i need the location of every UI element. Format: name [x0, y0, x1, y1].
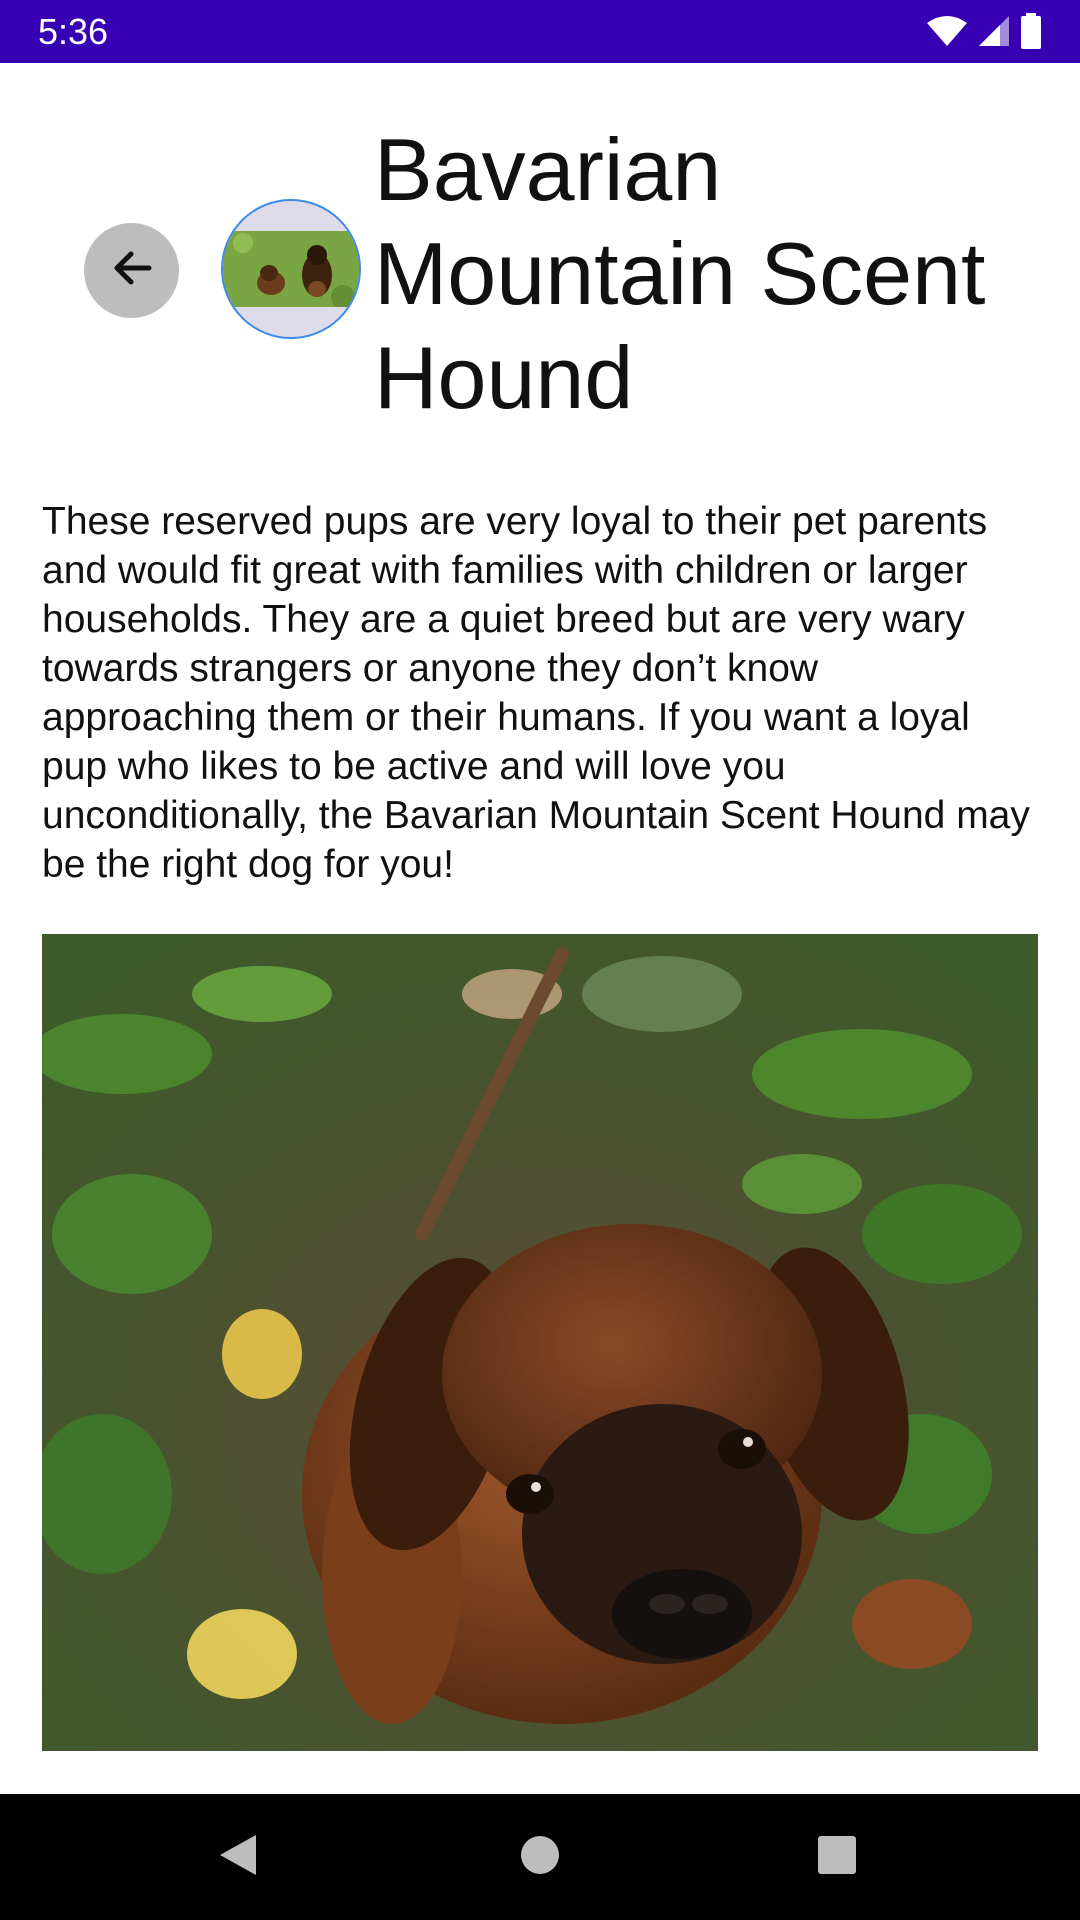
battery-icon: [1020, 13, 1042, 49]
breed-description: These reserved pups are very loyal to th…: [42, 500, 1030, 886]
recents-square-icon: [817, 1835, 857, 1880]
status-time: 5:36: [38, 11, 109, 52]
breed-avatar: [221, 199, 361, 339]
breed-detail-screen: 5:36 Bavarian Mountain Scent Hound These…: [0, 0, 1080, 1920]
breed-title: Bavarian Mountain Scent Hound: [374, 120, 986, 427]
nav-recents-button[interactable]: [804, 1824, 870, 1890]
nav-home-button[interactable]: [507, 1824, 573, 1890]
arrow-left-icon: [109, 245, 155, 296]
wifi-icon: [926, 15, 968, 47]
system-navigation-bar: [0, 1794, 1080, 1920]
breed-photo: [42, 934, 1038, 1751]
cell-signal-icon: [978, 15, 1010, 47]
nav-back-button[interactable]: [205, 1824, 271, 1890]
back-triangle-icon: [216, 1831, 260, 1884]
back-button[interactable]: [84, 223, 179, 318]
status-bar: 5:36: [0, 0, 1080, 63]
status-icons: [926, 13, 1042, 49]
home-circle-icon: [520, 1835, 560, 1880]
avatar-photo: [223, 231, 359, 307]
puppy-photo-illustration: [42, 934, 1038, 1751]
